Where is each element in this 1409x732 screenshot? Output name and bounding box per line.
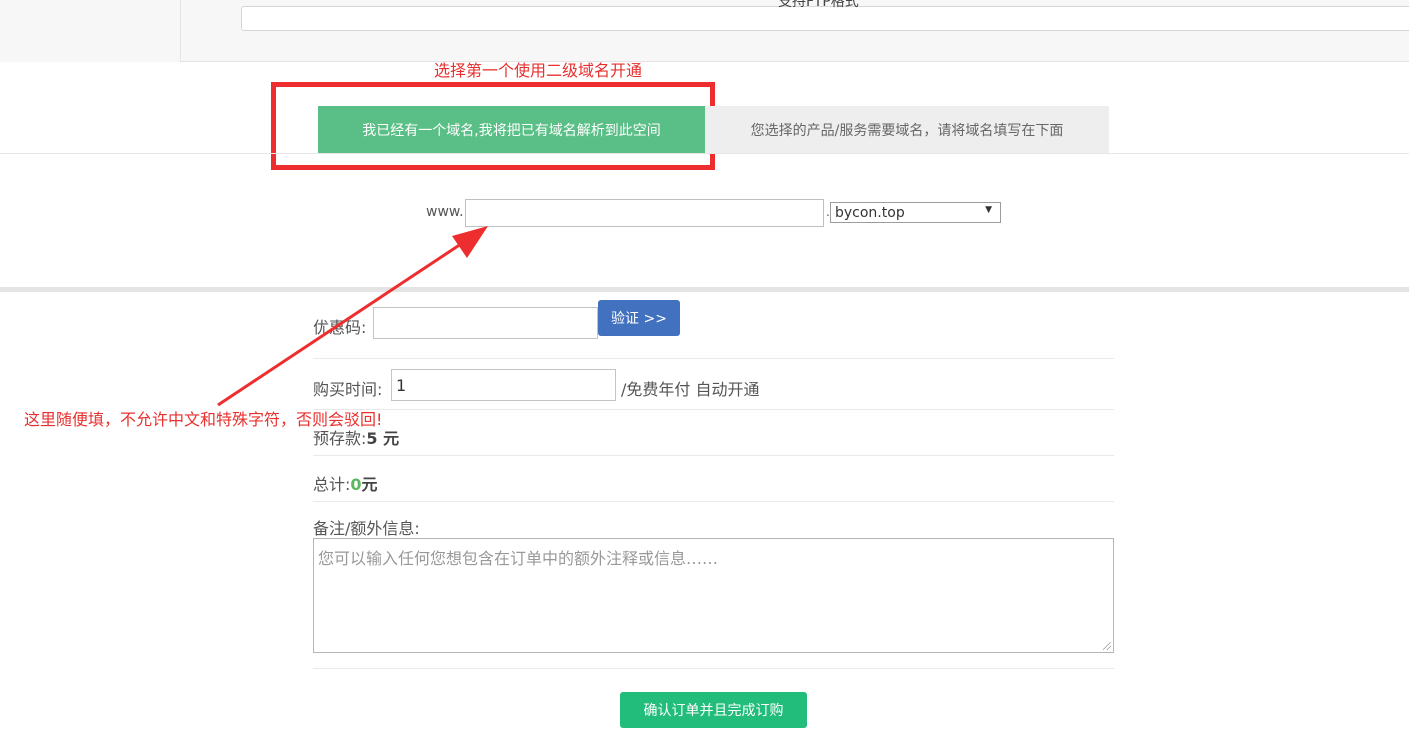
tab-existing-domain[interactable]: 我已经有一个域名,我将把已有域名解析到此空间 bbox=[318, 106, 705, 153]
tab-domain-required[interactable]: 您选择的产品/服务需要域名，请将域名填写在下面 bbox=[705, 106, 1109, 153]
total-label: 总计: bbox=[313, 475, 351, 494]
total-unit: 元 bbox=[361, 475, 378, 494]
coupon-label: 优惠码: bbox=[313, 318, 367, 337]
row-divider bbox=[313, 668, 1114, 669]
top-left-panel bbox=[0, 0, 181, 62]
duration-value: 1 bbox=[396, 375, 407, 395]
duration-input[interactable]: 1 bbox=[391, 369, 616, 401]
duration-suffix: /免费年付 自动开通 bbox=[621, 380, 760, 399]
tab-existing-domain-label: 我已经有一个域名,我将把已有域名解析到此空间 bbox=[362, 122, 661, 139]
submit-order-label: 确认订单并且完成订购 bbox=[643, 703, 784, 719]
top-header-text: 支持FTP格式 bbox=[778, 0, 859, 10]
submit-order-button[interactable]: 确认订单并且完成订购 bbox=[620, 692, 807, 728]
row-divider bbox=[313, 358, 1114, 359]
verify-coupon-label: 验证 >> bbox=[611, 311, 667, 327]
chevron-down-icon: ▼ bbox=[985, 205, 992, 215]
coupon-input[interactable] bbox=[373, 307, 598, 339]
resize-grip-icon[interactable] bbox=[1103, 642, 1111, 650]
domain-input[interactable] bbox=[465, 199, 824, 227]
annotation-input-hint: 这里随便填，不允许中文和特殊字符，否则会驳回! bbox=[24, 410, 383, 429]
annotation-tab-hint: 选择第一个使用二级域名开通 bbox=[434, 61, 643, 80]
deposit-value: 5 元 bbox=[366, 429, 400, 448]
duration-label: 购买时间: bbox=[313, 380, 383, 399]
section-separator bbox=[0, 287, 1409, 292]
row-divider bbox=[313, 501, 1114, 502]
notes-placeholder: 您可以输入任何您想包含在订单中的额外注释或信息…… bbox=[318, 549, 719, 568]
domain-suffix-value: bycon.top bbox=[835, 204, 905, 221]
domain-suffix-select[interactable]: bycon.top ▼ bbox=[830, 202, 1001, 223]
notes-textarea[interactable]: 您可以输入任何您想包含在订单中的额外注释或信息…… bbox=[313, 538, 1114, 653]
tab-bar-divider bbox=[0, 153, 1409, 154]
notes-label: 备注/额外信息: bbox=[313, 519, 420, 538]
total-row: 总计:0元 bbox=[313, 471, 378, 495]
www-prefix-label: www. bbox=[426, 204, 464, 220]
tab-domain-required-label: 您选择的产品/服务需要域名，请将域名填写在下面 bbox=[750, 122, 1064, 139]
deposit-label: 预存款: bbox=[313, 429, 367, 448]
total-amount: 0 bbox=[350, 475, 362, 494]
row-divider bbox=[313, 455, 1114, 456]
row-divider bbox=[313, 409, 1114, 410]
verify-coupon-button[interactable]: 验证 >> bbox=[598, 300, 680, 336]
